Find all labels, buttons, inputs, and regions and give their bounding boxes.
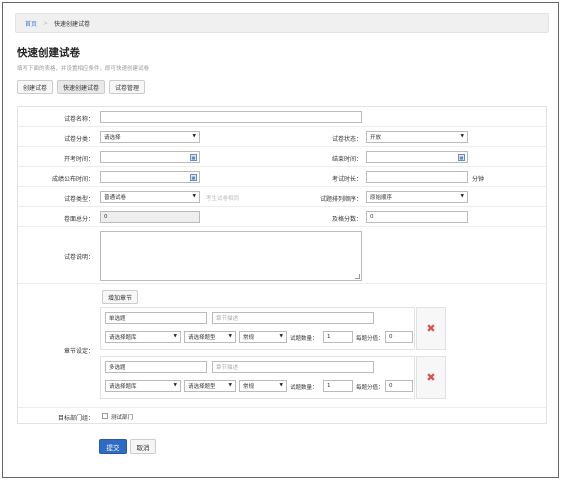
add-chapter-button[interactable]: 增加章节 xyxy=(102,290,139,304)
chapter-section: 多选题 章节描述 请选择题库 请选择题型 常规 试题数量： 1 每题分值： 0 xyxy=(100,356,415,399)
bank-select[interactable]: 请选择题库 xyxy=(105,331,181,343)
level-select[interactable]: 常规 xyxy=(239,380,287,392)
bank-select[interactable]: 请选择题库 xyxy=(105,380,181,392)
level-select[interactable]: 常规 xyxy=(239,331,287,343)
dept-checkbox[interactable] xyxy=(102,413,108,419)
row-publish-duration: 成绩公布时间： ▦ 考试时长： 分钟 xyxy=(18,167,546,187)
pass-score-input[interactable]: 0 xyxy=(366,211,468,223)
order-value: 原始顺序 xyxy=(370,195,393,201)
tab-paper-manage[interactable]: 试卷管理 xyxy=(109,80,146,94)
row-chapter: 章节设定： 增加章节 单选题 章节描述 请选择题库 请选择题型 常规 试题数量：… xyxy=(18,284,546,408)
count-input[interactable]: 1 xyxy=(323,380,353,392)
question-type-select[interactable]: 请选择题型 xyxy=(184,331,236,343)
score-label: 每题分值： xyxy=(356,385,384,391)
section-name-input[interactable]: 单选题 xyxy=(105,312,207,324)
start-time-input[interactable]: ▦ xyxy=(100,151,200,163)
total-score-label: 卷面总分： xyxy=(63,216,94,223)
dept-option-label: 测试部门 xyxy=(111,415,134,421)
type-value: 普通试卷 xyxy=(104,195,127,201)
level-value: 常规 xyxy=(243,335,255,341)
end-time-label: 结束时间： xyxy=(331,156,362,163)
score-input[interactable]: 0 xyxy=(385,331,413,343)
category-label: 试卷分类： xyxy=(63,136,94,143)
page-subtitle: 填写下面的表格，并设置相应条件，即可快速创建试卷 xyxy=(17,66,150,72)
status-label: 试卷状态： xyxy=(331,136,362,143)
calendar-icon[interactable]: ▦ xyxy=(458,154,465,161)
paper-name-label: 试卷名称： xyxy=(63,116,94,123)
order-select[interactable]: 原始顺序 xyxy=(366,191,468,203)
question-type-value: 请选择题型 xyxy=(188,384,216,390)
status-select[interactable]: 开放 xyxy=(366,131,468,143)
type-select[interactable]: 普通试卷 xyxy=(100,191,200,203)
description-textarea[interactable] xyxy=(100,231,362,281)
cancel-button[interactable]: 取消 xyxy=(130,439,156,454)
question-type-value: 请选择题型 xyxy=(188,335,216,341)
target-dept-label: 目标部门组： xyxy=(57,415,94,422)
section-desc-placeholder: 章节描述 xyxy=(216,365,239,371)
status-value: 开放 xyxy=(370,135,382,141)
submit-button[interactable]: 提交 xyxy=(99,439,127,454)
description-label: 试卷说明： xyxy=(63,254,94,261)
breadcrumb-home-link[interactable]: 首页 xyxy=(25,19,37,28)
section-name-input[interactable]: 多选题 xyxy=(105,361,207,373)
section-desc-input[interactable]: 章节描述 xyxy=(212,312,374,324)
row-time: 开考时间： ▦ 结束时间： ▦ xyxy=(18,147,546,167)
form-panel: 试卷名称： 试卷分类： 请选择 试卷状态： 开放 开考时间： ▦ 结束时间： xyxy=(17,106,547,424)
duration-input[interactable] xyxy=(366,171,468,183)
calendar-icon[interactable]: ▦ xyxy=(190,154,197,161)
row-category-status: 试卷分类： 请选择 试卷状态： 开放 xyxy=(18,127,546,147)
chapter-section: 单选题 章节描述 请选择题库 请选择题型 常规 试题数量： 1 每题分值： 0 xyxy=(100,307,415,350)
section-desc-input[interactable]: 章节描述 xyxy=(212,361,374,373)
bank-value: 请选择题库 xyxy=(109,384,137,390)
row-paper-name: 试卷名称： xyxy=(18,107,546,127)
calendar-icon[interactable]: ▦ xyxy=(190,174,197,181)
duration-label: 考试时长： xyxy=(331,176,362,183)
type-hint: 考生试卷相同 xyxy=(206,196,240,202)
type-label: 试卷类型： xyxy=(63,196,94,203)
order-label: 试题排列顺序： xyxy=(319,196,362,203)
row-target-dept: 目标部门组： 测试部门 xyxy=(18,408,546,424)
end-time-input[interactable]: ▦ xyxy=(366,151,468,163)
tab-bar: 创建试卷 快速创建试卷 试卷管理 xyxy=(17,80,146,94)
window-frame: 首页 > 快速创建试卷 快速创建试卷 填写下面的表格，并设置相应条件，即可快速创… xyxy=(2,2,559,478)
close-icon: ✖ xyxy=(426,371,436,384)
row-type-order: 试卷类型： 普通试卷 考生试卷相同 试题排列顺序： 原始顺序 xyxy=(18,187,546,207)
score-input[interactable]: 0 xyxy=(385,380,413,392)
paper-name-input[interactable] xyxy=(100,111,362,123)
question-type-select[interactable]: 请选择题型 xyxy=(184,380,236,392)
delete-section-button[interactable]: ✖ xyxy=(416,356,446,399)
section-desc-placeholder: 章节描述 xyxy=(216,316,239,322)
tab-quick-create[interactable]: 快速创建试卷 xyxy=(57,80,106,94)
breadcrumb: 首页 > 快速创建试卷 xyxy=(15,13,549,33)
bank-value: 请选择题库 xyxy=(109,335,137,341)
score-label: 每题分值： xyxy=(356,336,384,342)
duration-unit: 分钟 xyxy=(472,176,485,183)
delete-section-button[interactable]: ✖ xyxy=(416,307,446,350)
count-label: 试题数量： xyxy=(290,385,318,391)
start-time-label: 开考时间： xyxy=(63,156,94,163)
pass-score-label: 及格分数： xyxy=(331,216,362,223)
level-value: 常规 xyxy=(243,384,255,390)
publish-time-label: 成绩公布时间： xyxy=(51,176,94,183)
count-input[interactable]: 1 xyxy=(323,331,353,343)
row-scores: 卷面总分： 0 及格分数： 0 xyxy=(18,207,546,227)
breadcrumb-separator: > xyxy=(43,19,49,27)
breadcrumb-current: 快速创建试卷 xyxy=(54,20,91,28)
category-select[interactable]: 请选择 xyxy=(100,131,200,143)
chapter-label: 章节设定： xyxy=(63,348,94,355)
page-title: 快速创建试卷 xyxy=(17,47,80,59)
total-score-input: 0 xyxy=(100,211,200,223)
row-description: 试卷说明： xyxy=(18,227,546,284)
category-value: 请选择 xyxy=(104,135,121,141)
count-label: 试题数量： xyxy=(290,336,318,342)
publish-time-input[interactable]: ▦ xyxy=(100,171,200,183)
close-icon: ✖ xyxy=(426,322,436,335)
resize-grip-icon[interactable] xyxy=(355,274,360,279)
tab-create-paper[interactable]: 创建试卷 xyxy=(17,80,54,94)
